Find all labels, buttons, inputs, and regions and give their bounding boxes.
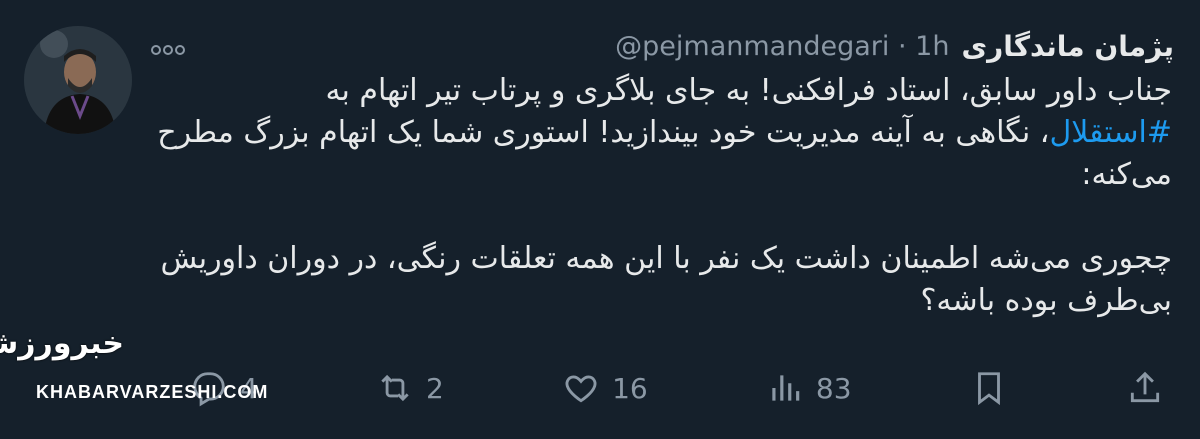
tweet-text-line2: ، نگاهی به آینه مدیریت خود بیندازید! است… (157, 115, 1172, 192)
views-button[interactable]: 83 (766, 369, 852, 407)
tweet-time[interactable]: 1h (915, 31, 949, 62)
retweet-icon (381, 374, 409, 402)
heart-icon (565, 375, 597, 403)
separator-dot: · (897, 30, 907, 62)
bookmark-icon (977, 372, 1000, 406)
share-button[interactable] (1126, 369, 1164, 407)
more-horizontal-icon (151, 44, 185, 55)
more-options-button[interactable] (150, 30, 186, 63)
tweet-paragraph-2: چجوری می‌شه اطمینان داشت یک نفر با این ه… (160, 241, 1172, 318)
tweet-paragraph-1: جناب داور سابق، استاد فرافکنی! به جای بل… (150, 70, 1172, 196)
like-count: 16 (612, 371, 648, 405)
author-meta: پژمان ماندگاری @pejmanmandegari · 1h (615, 30, 1174, 63)
avatar[interactable] (24, 26, 132, 134)
author-handle[interactable]: @pejmanmandegari (615, 31, 889, 62)
hashtag-link[interactable]: #استقلال (1049, 115, 1172, 150)
tweet-body: جناب داور سابق، استاد فرافکنی! به جای بل… (150, 70, 1172, 322)
share-icon (1130, 371, 1160, 403)
tweet-text-line1: جناب داور سابق، استاد فرافکنی! به جای بل… (325, 73, 1172, 108)
retweet-count: 2 (426, 371, 444, 405)
like-button[interactable]: 16 (562, 369, 648, 407)
watermark-site: KHABARVARZESHI.COM (36, 382, 269, 402)
tweet-header: پژمان ماندگاری @pejmanmandegari · 1h (150, 24, 1174, 68)
profile-photo-icon (24, 26, 132, 134)
views-icon (772, 375, 800, 401)
views-count: 83 (815, 371, 852, 405)
author-display-name[interactable]: پژمان ماندگاری (961, 30, 1174, 63)
bookmark-button[interactable] (970, 369, 1008, 407)
watermark: خبرورزشی KHABARVARZESHI.COM (0, 326, 314, 416)
watermark-logo: خبرورزشی (0, 326, 124, 361)
retweet-button[interactable]: 2 (376, 369, 444, 407)
author-handle-time: @pejmanmandegari · 1h (615, 31, 949, 62)
tweet-actions: 4 2 16 83 (190, 360, 1164, 416)
